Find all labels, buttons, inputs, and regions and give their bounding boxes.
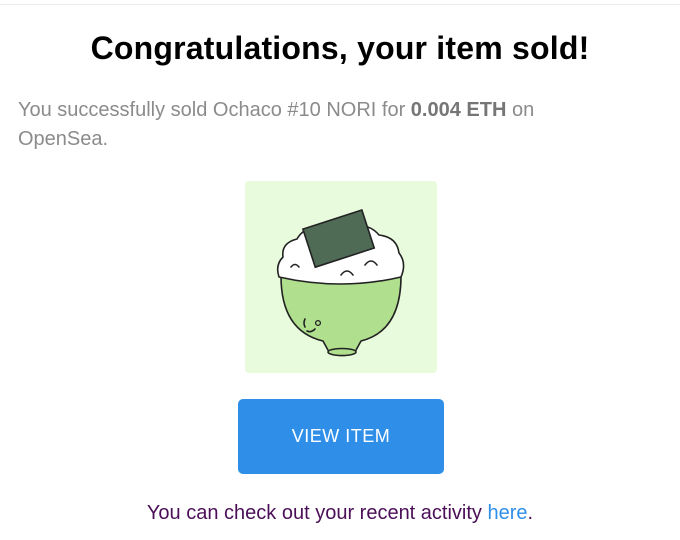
- page-title: Congratulations, your item sold!: [90, 30, 590, 66]
- sale-message-prefix: You successfully sold Ochaco #10 NORI fo…: [18, 99, 411, 121]
- nft-image[interactable]: [245, 181, 437, 373]
- recent-activity-text: You can check out your recent activity h…: [0, 502, 680, 525]
- rice-bowl-with-nori-icon: [276, 208, 405, 357]
- recent-activity-end: .: [527, 502, 534, 524]
- recent-activity-prefix: You can check out your recent activity: [146, 502, 488, 524]
- sale-message: You successfully sold Ochaco #10 NORI fo…: [18, 96, 618, 154]
- sale-price: 0.004 ETH: [410, 99, 507, 121]
- view-item-button[interactable]: VIEW ITEM: [238, 399, 444, 474]
- top-divider: [0, 0, 680, 5]
- recent-activity-link[interactable]: here: [487, 502, 527, 524]
